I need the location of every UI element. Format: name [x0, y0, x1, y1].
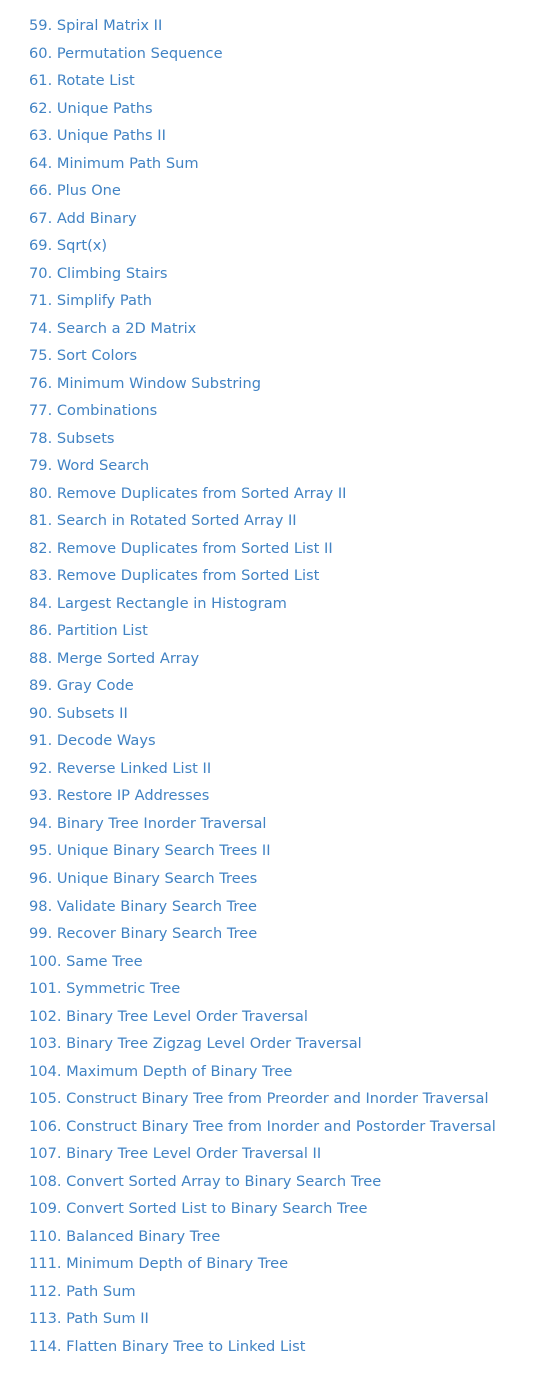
- problem-link[interactable]: 67. Add Binary: [29, 210, 137, 227]
- list-item: 76. Minimum Window Substring: [29, 370, 547, 398]
- problem-link[interactable]: 101. Symmetric Tree: [29, 980, 180, 997]
- list-item: 75. Sort Colors: [29, 342, 547, 370]
- problem-link[interactable]: 100. Same Tree: [29, 953, 143, 970]
- problem-link[interactable]: 84. Largest Rectangle in Histogram: [29, 595, 287, 612]
- problem-link[interactable]: 94. Binary Tree Inorder Traversal: [29, 815, 266, 832]
- list-item: 98. Validate Binary Search Tree: [29, 893, 547, 921]
- list-item: 61. Rotate List: [29, 67, 547, 95]
- list-item: 83. Remove Duplicates from Sorted List: [29, 562, 547, 590]
- list-item: 99. Recover Binary Search Tree: [29, 920, 547, 948]
- problem-link[interactable]: 69. Sqrt(x): [29, 237, 107, 254]
- problem-link[interactable]: 60. Permutation Sequence: [29, 45, 223, 62]
- problem-link[interactable]: 74. Search a 2D Matrix: [29, 320, 196, 337]
- list-item: 105. Construct Binary Tree from Preorder…: [29, 1085, 547, 1113]
- problem-link[interactable]: 77. Combinations: [29, 402, 157, 419]
- list-item: 104. Maximum Depth of Binary Tree: [29, 1058, 547, 1086]
- problem-link[interactable]: 113. Path Sum II: [29, 1310, 149, 1327]
- problem-link[interactable]: 66. Plus One: [29, 182, 121, 199]
- list-item: 106. Construct Binary Tree from Inorder …: [29, 1113, 547, 1141]
- problem-link[interactable]: 62. Unique Paths: [29, 100, 153, 117]
- problem-link[interactable]: 70. Climbing Stairs: [29, 265, 167, 282]
- problem-link[interactable]: 59. Spiral Matrix II: [29, 17, 162, 34]
- list-item: 114. Flatten Binary Tree to Linked List: [29, 1333, 547, 1361]
- list-item: 93. Restore IP Addresses: [29, 782, 547, 810]
- list-item: 59. Spiral Matrix II: [29, 12, 547, 40]
- list-item: 112. Path Sum: [29, 1278, 547, 1306]
- problem-link[interactable]: 107. Binary Tree Level Order Traversal I…: [29, 1145, 321, 1162]
- list-item: 67. Add Binary: [29, 205, 547, 233]
- list-item: 69. Sqrt(x): [29, 232, 547, 260]
- problem-link[interactable]: 90. Subsets II: [29, 705, 128, 722]
- problem-link[interactable]: 99. Recover Binary Search Tree: [29, 925, 257, 942]
- list-item: 108. Convert Sorted Array to Binary Sear…: [29, 1168, 547, 1196]
- list-item: 81. Search in Rotated Sorted Array II: [29, 507, 547, 535]
- list-item: 96. Unique Binary Search Trees: [29, 865, 547, 893]
- problem-link[interactable]: 108. Convert Sorted Array to Binary Sear…: [29, 1173, 381, 1190]
- list-item: 60. Permutation Sequence: [29, 40, 547, 68]
- list-item: 86. Partition List: [29, 617, 547, 645]
- problem-link[interactable]: 103. Binary Tree Zigzag Level Order Trav…: [29, 1035, 362, 1052]
- problem-link[interactable]: 63. Unique Paths II: [29, 127, 166, 144]
- list-item: 77. Combinations: [29, 397, 547, 425]
- list-item: 70. Climbing Stairs: [29, 260, 547, 288]
- problem-link[interactable]: 81. Search in Rotated Sorted Array II: [29, 512, 297, 529]
- problem-link[interactable]: 89. Gray Code: [29, 677, 134, 694]
- list-item: 78. Subsets: [29, 425, 547, 453]
- problem-link[interactable]: 112. Path Sum: [29, 1283, 136, 1300]
- problem-link[interactable]: 64. Minimum Path Sum: [29, 155, 199, 172]
- list-item: 64. Minimum Path Sum: [29, 150, 547, 178]
- problem-link[interactable]: 114. Flatten Binary Tree to Linked List: [29, 1338, 305, 1355]
- list-item: 100. Same Tree: [29, 948, 547, 976]
- problem-link[interactable]: 104. Maximum Depth of Binary Tree: [29, 1063, 292, 1080]
- problem-link[interactable]: 61. Rotate List: [29, 72, 135, 89]
- problem-link[interactable]: 105. Construct Binary Tree from Preorder…: [29, 1090, 489, 1107]
- problem-link[interactable]: 93. Restore IP Addresses: [29, 787, 209, 804]
- list-item: 82. Remove Duplicates from Sorted List I…: [29, 535, 547, 563]
- problem-link[interactable]: 98. Validate Binary Search Tree: [29, 898, 257, 915]
- list-item: 90. Subsets II: [29, 700, 547, 728]
- list-item: 109. Convert Sorted List to Binary Searc…: [29, 1195, 547, 1223]
- problem-link[interactable]: 79. Word Search: [29, 457, 149, 474]
- list-item: 91. Decode Ways: [29, 727, 547, 755]
- list-item: 92. Reverse Linked List II: [29, 755, 547, 783]
- list-item: 66. Plus One: [29, 177, 547, 205]
- problem-link[interactable]: 76. Minimum Window Substring: [29, 375, 261, 392]
- list-item: 103. Binary Tree Zigzag Level Order Trav…: [29, 1030, 547, 1058]
- problem-link[interactable]: 95. Unique Binary Search Trees II: [29, 842, 271, 859]
- problem-link[interactable]: 96. Unique Binary Search Trees: [29, 870, 257, 887]
- problem-link[interactable]: 92. Reverse Linked List II: [29, 760, 211, 777]
- list-item: 84. Largest Rectangle in Histogram: [29, 590, 547, 618]
- problem-link[interactable]: 83. Remove Duplicates from Sorted List: [29, 567, 319, 584]
- list-item: 113. Path Sum II: [29, 1305, 547, 1333]
- problem-link[interactable]: 71. Simplify Path: [29, 292, 152, 309]
- problem-link[interactable]: 75. Sort Colors: [29, 347, 137, 364]
- list-item: 88. Merge Sorted Array: [29, 645, 547, 673]
- list-item: 111. Minimum Depth of Binary Tree: [29, 1250, 547, 1278]
- list-item: 89. Gray Code: [29, 672, 547, 700]
- problem-link[interactable]: 86. Partition List: [29, 622, 148, 639]
- problem-link[interactable]: 88. Merge Sorted Array: [29, 650, 199, 667]
- problem-link[interactable]: 111. Minimum Depth of Binary Tree: [29, 1255, 288, 1272]
- list-item: 80. Remove Duplicates from Sorted Array …: [29, 480, 547, 508]
- list-item: 63. Unique Paths II: [29, 122, 547, 150]
- list-item: 71. Simplify Path: [29, 287, 547, 315]
- list-item: 101. Symmetric Tree: [29, 975, 547, 1003]
- list-item: 107. Binary Tree Level Order Traversal I…: [29, 1140, 547, 1168]
- list-item: 79. Word Search: [29, 452, 547, 480]
- list-item: 95. Unique Binary Search Trees II: [29, 837, 547, 865]
- problem-link[interactable]: 80. Remove Duplicates from Sorted Array …: [29, 485, 346, 502]
- list-item: 62. Unique Paths: [29, 95, 547, 123]
- list-item: 74. Search a 2D Matrix: [29, 315, 547, 343]
- problem-link[interactable]: 110. Balanced Binary Tree: [29, 1228, 220, 1245]
- problem-link[interactable]: 102. Binary Tree Level Order Traversal: [29, 1008, 308, 1025]
- problem-link[interactable]: 82. Remove Duplicates from Sorted List I…: [29, 540, 333, 557]
- list-item: 102. Binary Tree Level Order Traversal: [29, 1003, 547, 1031]
- list-item: 110. Balanced Binary Tree: [29, 1223, 547, 1251]
- problem-link[interactable]: 106. Construct Binary Tree from Inorder …: [29, 1118, 496, 1135]
- problem-link[interactable]: 78. Subsets: [29, 430, 115, 447]
- problem-list: 59. Spiral Matrix II 60. Permutation Sequ…: [0, 0, 547, 1360]
- problem-link[interactable]: 109. Convert Sorted List to Binary Searc…: [29, 1200, 367, 1217]
- problem-link[interactable]: 91. Decode Ways: [29, 732, 156, 749]
- list-item: 94. Binary Tree Inorder Traversal: [29, 810, 547, 838]
